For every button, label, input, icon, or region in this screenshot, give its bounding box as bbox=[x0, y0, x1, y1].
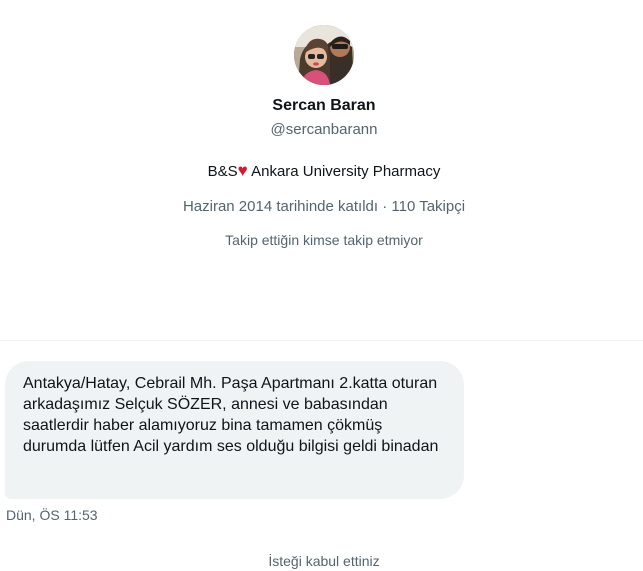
divider bbox=[0, 340, 643, 341]
message-bubble[interactable]: Antakya/Hatay, Cebrail Mh. Paşa Apartman… bbox=[5, 361, 464, 499]
profile-meta: Haziran 2014 tarihinde katıldı · 110 Tak… bbox=[182, 198, 466, 215]
profile-handle[interactable]: @sercanbarann bbox=[0, 121, 643, 138]
profile-bio: B&S♥ Ankara University Pharmacy bbox=[0, 161, 643, 181]
bio-prefix: B&S bbox=[207, 163, 238, 180]
avatar-photo bbox=[294, 25, 354, 85]
message-timestamp: Dün, ÖS 11:53 bbox=[6, 507, 98, 523]
heart-icon: ♥ bbox=[237, 161, 248, 180]
request-accepted-status: İsteği kabul ettiniz bbox=[268, 553, 380, 569]
profile-name[interactable]: Sercan Baran bbox=[0, 97, 643, 115]
bio-suffix: Ankara University Pharmacy bbox=[247, 163, 441, 180]
message-text: Antakya/Hatay, Cebrail Mh. Paşa Apartman… bbox=[23, 375, 439, 455]
mutual-followers-info: Takip ettiğin kimse takip etmiyor bbox=[225, 232, 423, 248]
avatar[interactable] bbox=[294, 25, 354, 85]
